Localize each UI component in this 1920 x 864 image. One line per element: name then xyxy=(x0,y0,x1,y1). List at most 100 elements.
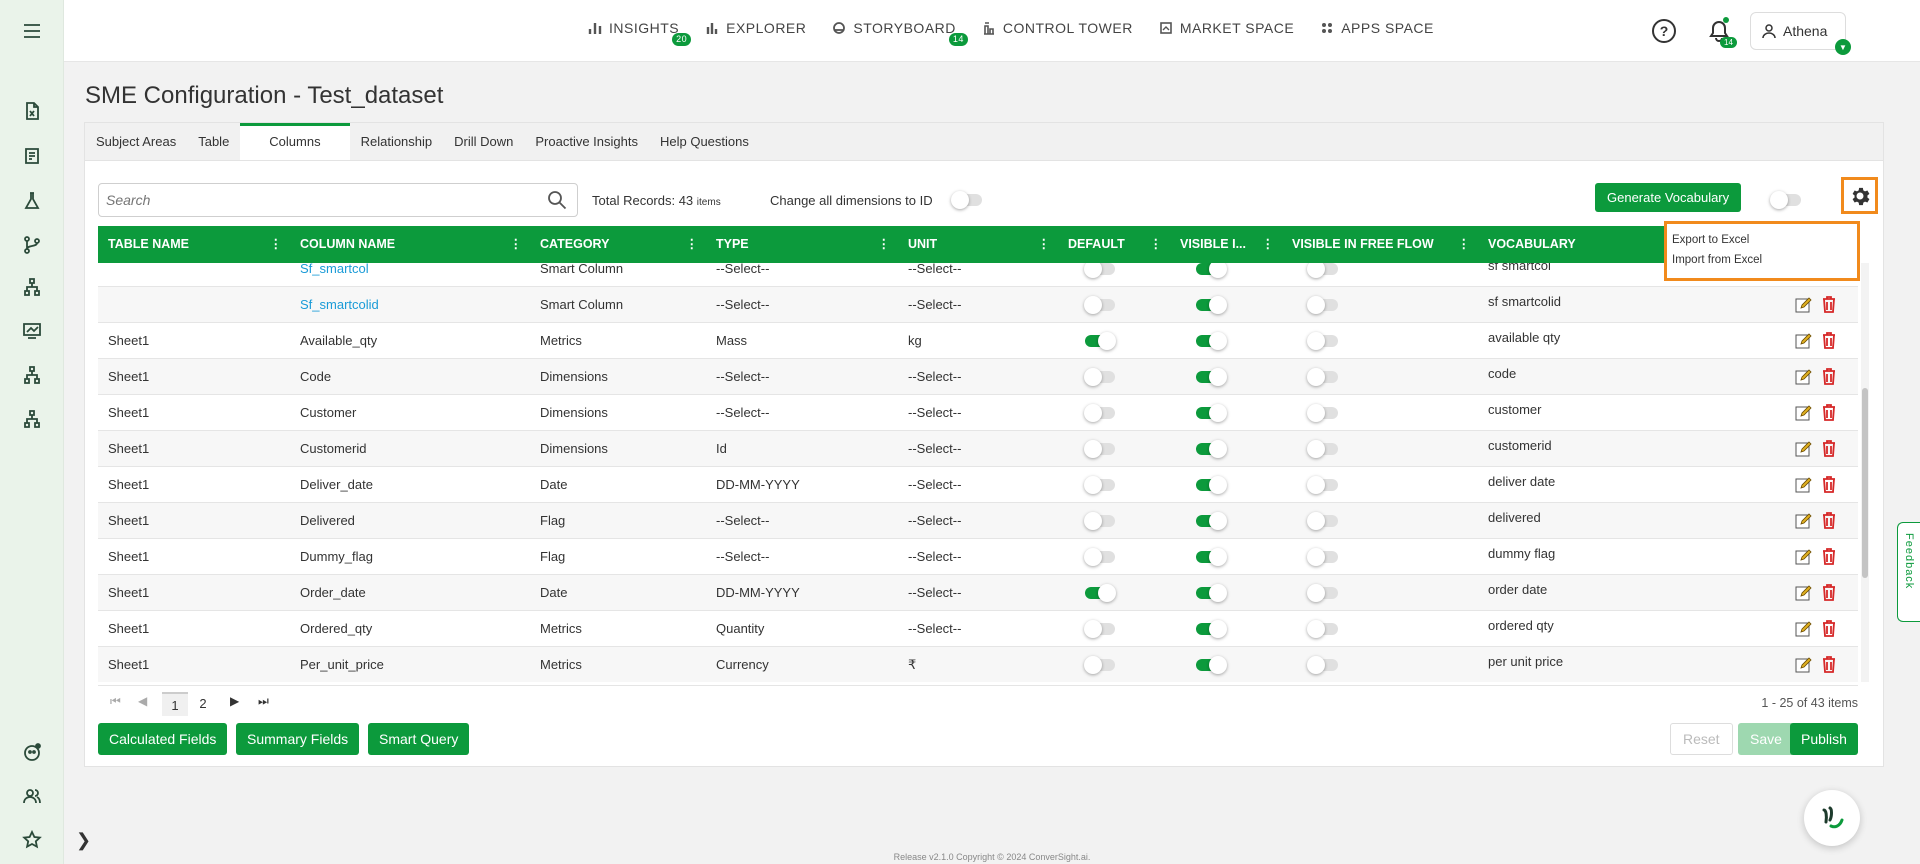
nav-explorer[interactable]: EXPLORER xyxy=(705,20,806,36)
visible-toggle[interactable] xyxy=(1196,332,1227,350)
publish-button[interactable]: Publish xyxy=(1790,723,1858,755)
column-header-table-name[interactable]: TABLE NAME ⋮ xyxy=(98,226,290,263)
column-menu-icon[interactable]: ⋮ xyxy=(1262,226,1275,263)
visible-toggle[interactable] xyxy=(1196,296,1227,314)
free-flow-toggle[interactable] xyxy=(1307,368,1338,386)
vocabulary-cell[interactable]: customer xyxy=(1478,395,1541,431)
column-header-visible-i[interactable]: VISIBLE I... ⋮ xyxy=(1170,226,1282,263)
report-icon[interactable] xyxy=(20,144,44,168)
free-flow-toggle[interactable] xyxy=(1307,512,1338,530)
nav-storyboard[interactable]: STORYBOARD 14 xyxy=(832,20,968,46)
feedback-tab[interactable]: Feedback xyxy=(1897,522,1920,622)
nav-apps-space[interactable]: APPS SPACE xyxy=(1320,20,1434,36)
vocabulary-cell[interactable]: sf smartcol xyxy=(1478,263,1551,287)
delete-icon[interactable] xyxy=(1821,475,1837,493)
search-icon[interactable] xyxy=(547,190,567,210)
column-menu-icon[interactable]: ⋮ xyxy=(878,226,891,263)
column-name-cell[interactable]: Sf_smartcolid xyxy=(290,287,379,323)
visible-toggle[interactable] xyxy=(1196,368,1227,386)
default-toggle[interactable] xyxy=(1085,332,1116,350)
vocabulary-cell[interactable]: sf smartcolid xyxy=(1478,287,1561,323)
change-dimensions-toggle[interactable] xyxy=(951,191,982,209)
chat-assistant-button[interactable] xyxy=(1804,790,1860,846)
edit-icon[interactable] xyxy=(1795,296,1813,314)
first-page-icon[interactable]: ⏮ xyxy=(110,694,121,709)
default-toggle[interactable] xyxy=(1084,263,1115,278)
delete-icon[interactable] xyxy=(1821,439,1837,457)
star-icon[interactable] xyxy=(20,828,44,852)
users-icon[interactable] xyxy=(20,784,44,808)
delete-icon[interactable] xyxy=(1821,403,1837,421)
column-header-type[interactable]: TYPE ⋮ xyxy=(706,226,898,263)
visible-toggle[interactable] xyxy=(1196,620,1227,638)
vocabulary-cell[interactable]: order date xyxy=(1478,575,1547,611)
column-menu-icon[interactable]: ⋮ xyxy=(1150,226,1163,263)
default-toggle[interactable] xyxy=(1084,512,1115,530)
visible-toggle[interactable] xyxy=(1196,476,1227,494)
visible-toggle[interactable] xyxy=(1196,656,1227,674)
bot-icon[interactable] xyxy=(20,740,44,764)
menu-item-export-to-excel[interactable]: Export to Excel xyxy=(1667,230,1857,250)
delete-icon[interactable] xyxy=(1821,547,1837,565)
notifications-bell-icon[interactable]: 14 xyxy=(1706,17,1737,48)
column-menu-icon[interactable]: ⋮ xyxy=(686,226,699,263)
vocabulary-toggle[interactable] xyxy=(1770,191,1801,209)
column-header-default[interactable]: DEFAULT ⋮ xyxy=(1058,226,1170,263)
column-header-visible-in-free-flow[interactable]: VISIBLE IN FREE FLOW ⋮ xyxy=(1282,226,1478,263)
generate-vocabulary-button[interactable]: Generate Vocabulary xyxy=(1595,183,1742,212)
tab-drill-down[interactable]: Drill Down xyxy=(443,123,524,160)
default-toggle[interactable] xyxy=(1084,548,1115,566)
page-2-button[interactable]: 2 xyxy=(190,692,216,716)
free-flow-toggle[interactable] xyxy=(1307,263,1338,278)
default-toggle[interactable] xyxy=(1084,620,1115,638)
vocabulary-cell[interactable]: deliver date xyxy=(1478,467,1555,503)
org-chart-icon[interactable] xyxy=(20,363,44,387)
visible-toggle[interactable] xyxy=(1196,584,1227,602)
vocabulary-cell[interactable]: customerid xyxy=(1478,431,1552,467)
visible-toggle[interactable] xyxy=(1196,404,1227,422)
expand-sidebar-icon[interactable]: ❯ xyxy=(76,830,91,851)
default-toggle[interactable] xyxy=(1085,584,1116,602)
default-toggle[interactable] xyxy=(1084,656,1115,674)
vocabulary-cell[interactable]: delivered xyxy=(1478,503,1541,539)
edit-icon[interactable] xyxy=(1795,512,1813,530)
last-page-icon[interactable]: ⏭ xyxy=(258,694,269,709)
delete-icon[interactable] xyxy=(1821,511,1837,529)
visible-toggle[interactable] xyxy=(1196,263,1227,278)
delete-icon[interactable] xyxy=(1821,367,1837,385)
edit-icon[interactable] xyxy=(1795,548,1813,566)
hierarchy-icon[interactable] xyxy=(20,275,44,299)
document-icon[interactable] xyxy=(20,99,44,123)
default-toggle[interactable] xyxy=(1084,368,1115,386)
network-icon[interactable] xyxy=(20,407,44,431)
nav-insights[interactable]: INSIGHTS 20 xyxy=(588,20,692,46)
branch-icon[interactable] xyxy=(20,233,44,257)
delete-icon[interactable] xyxy=(1821,295,1837,313)
vocabulary-cell[interactable]: dummy flag xyxy=(1478,539,1555,575)
delete-icon[interactable] xyxy=(1821,331,1837,349)
edit-icon[interactable] xyxy=(1795,584,1813,602)
column-header-unit[interactable]: UNIT ⋮ xyxy=(898,226,1058,263)
free-flow-toggle[interactable] xyxy=(1307,476,1338,494)
default-toggle[interactable] xyxy=(1084,404,1115,422)
edit-icon[interactable] xyxy=(1795,620,1813,638)
column-menu-icon[interactable]: ⋮ xyxy=(510,226,523,263)
help-icon[interactable]: ? xyxy=(1652,19,1676,43)
default-toggle[interactable] xyxy=(1084,440,1115,458)
default-toggle[interactable] xyxy=(1084,476,1115,494)
column-header-category[interactable]: CATEGORY ⋮ xyxy=(530,226,706,263)
free-flow-toggle[interactable] xyxy=(1307,404,1338,422)
search-input[interactable] xyxy=(99,184,529,216)
column-menu-icon[interactable]: ⋮ xyxy=(1458,226,1471,263)
reset-button[interactable]: Reset xyxy=(1670,723,1733,755)
edit-icon[interactable] xyxy=(1795,440,1813,458)
visible-toggle[interactable] xyxy=(1196,548,1227,566)
column-menu-icon[interactable]: ⋮ xyxy=(270,226,283,263)
edit-icon[interactable] xyxy=(1795,656,1813,674)
tab-help-questions[interactable]: Help Questions xyxy=(649,123,760,160)
next-page-icon[interactable]: ▶ xyxy=(230,694,239,708)
save-button[interactable]: Save xyxy=(1738,723,1794,755)
edit-icon[interactable] xyxy=(1795,332,1813,350)
tab-relationship[interactable]: Relationship xyxy=(350,123,444,160)
column-name-cell[interactable]: Sf_smartcol xyxy=(290,263,369,287)
